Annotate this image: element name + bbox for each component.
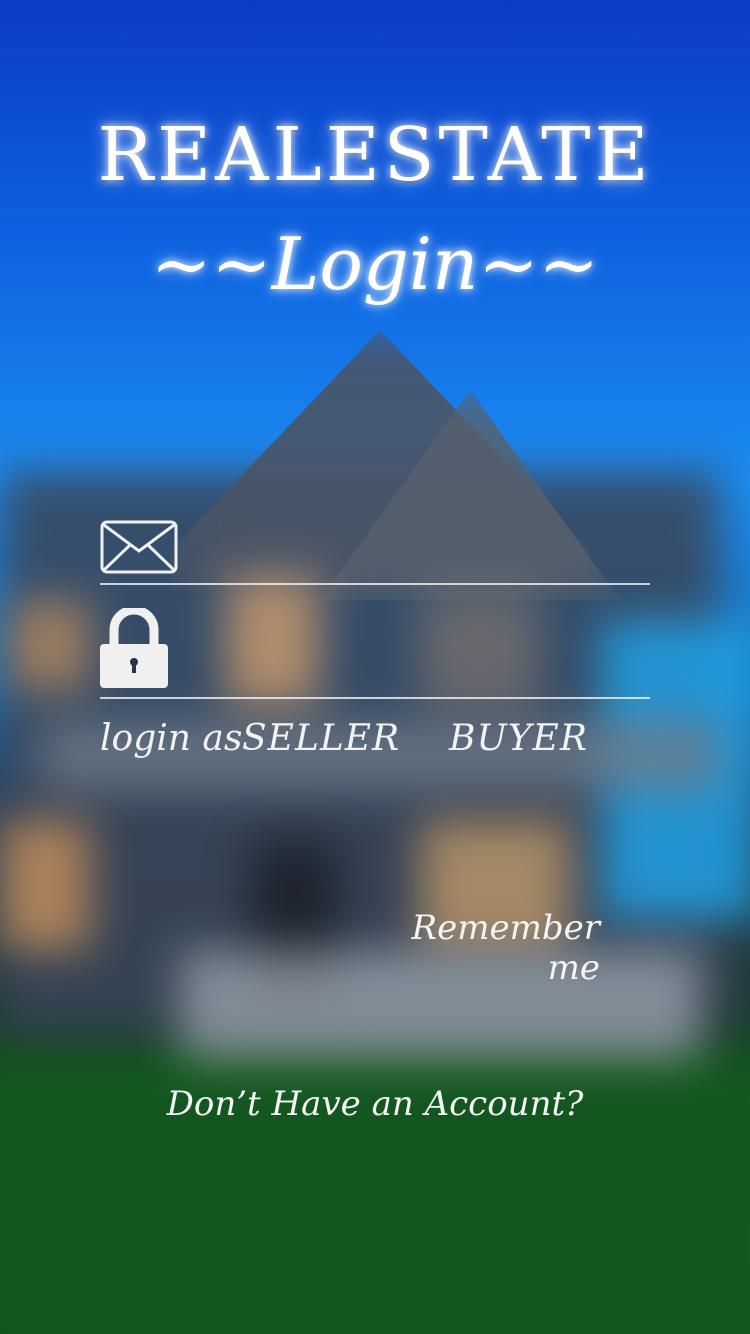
remember-me-toggle[interactable]: Remember me <box>360 908 600 988</box>
role-selector: login as SELLER BUYER <box>100 718 650 768</box>
role-label: login as <box>100 718 243 759</box>
login-screen: REALESTATE ~~Login~~ login as SELLER BUY… <box>0 0 750 1334</box>
buyer-option[interactable]: BUYER <box>449 718 588 759</box>
app-title: REALESTATE <box>97 112 653 198</box>
seller-option[interactable]: SELLER <box>242 718 400 759</box>
mail-icon <box>100 520 178 574</box>
password-input[interactable] <box>200 638 644 686</box>
email-input[interactable] <box>200 530 644 578</box>
password-field <box>100 608 650 699</box>
page-subtitle: ~~Login~~ <box>151 222 599 306</box>
signup-link[interactable]: Don’t Have an Account? <box>0 1084 750 1124</box>
email-field <box>100 520 650 585</box>
lock-icon <box>100 608 168 688</box>
